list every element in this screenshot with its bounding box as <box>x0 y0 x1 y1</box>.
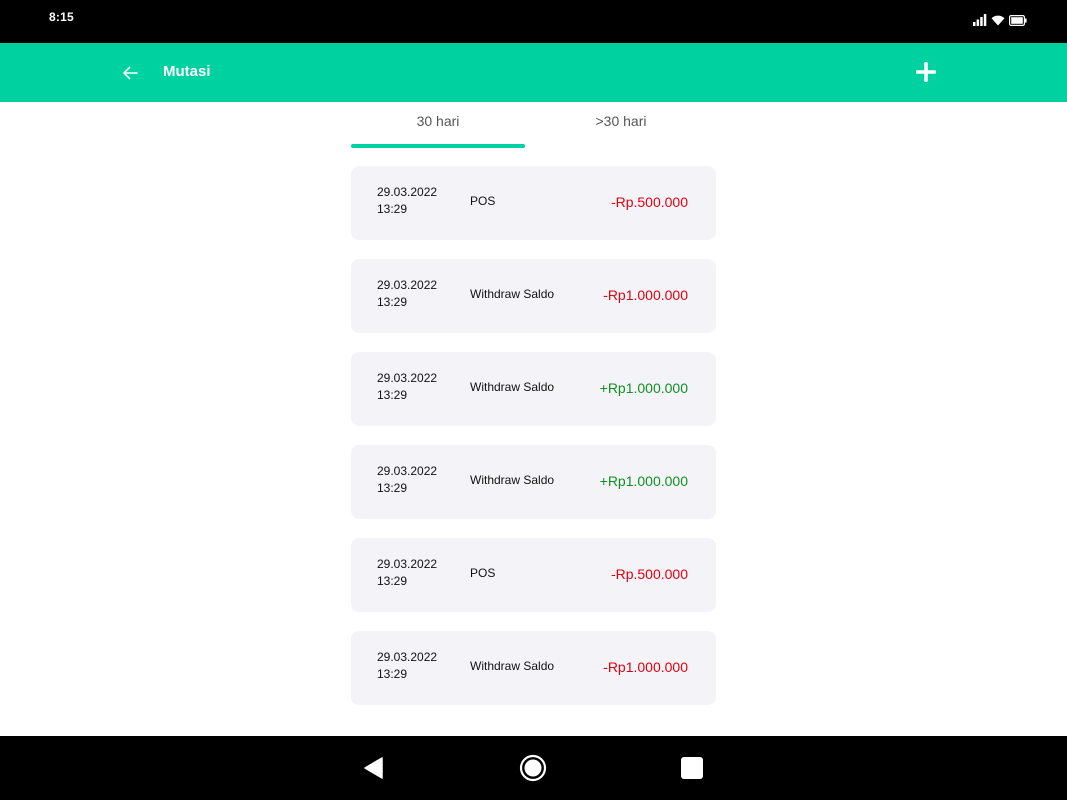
transaction-date: 29.03.2022 <box>377 185 438 199</box>
signal-icon <box>973 14 987 26</box>
add-button[interactable] <box>910 56 942 88</box>
transaction-description: Withdraw Saldo <box>470 659 555 673</box>
page-title: Mutasi <box>163 63 211 80</box>
transaction-datetime: 29.03.2022 13:29 <box>377 184 437 218</box>
transaction-date: 29.03.2022 <box>377 557 438 571</box>
transaction-time: 13:29 <box>377 481 408 495</box>
tab-label: 30 hari <box>416 113 460 129</box>
recents-square-icon <box>681 757 703 779</box>
tab-over-30-hari[interactable]: >30 hari <box>525 102 717 148</box>
transaction-description: Withdraw Saldo <box>470 380 555 394</box>
transaction-date: 29.03.2022 <box>377 278 438 292</box>
transaction-description: Withdraw Saldo <box>470 473 555 487</box>
transaction-datetime: 29.03.2022 13:29 <box>377 277 437 311</box>
transaction-amount: +Rp1.000.000 <box>599 380 688 396</box>
transaction-description: POS <box>470 194 496 208</box>
transaction-time: 13:29 <box>377 574 408 588</box>
transaction-time: 13:29 <box>377 667 408 681</box>
tab-30-hari[interactable]: 30 hari <box>351 102 525 148</box>
status-bar: 8:15 <box>0 0 1067 43</box>
arrow-left-icon <box>123 66 138 80</box>
transaction-card[interactable]: 29.03.2022 13:29 POS -Rp.500.000 <box>351 166 716 240</box>
status-time: 8:15 <box>49 10 74 24</box>
nav-back-button[interactable] <box>358 753 388 783</box>
app-bar: Mutasi <box>0 43 1067 102</box>
transaction-description: Withdraw Saldo <box>470 287 555 301</box>
transaction-card[interactable]: 29.03.2022 13:29 Withdraw Saldo -Rp1.000… <box>351 631 716 705</box>
transaction-amount: -Rp.500.000 <box>610 566 688 582</box>
nav-home-button[interactable] <box>518 753 548 783</box>
transaction-amount: -Rp1.000.000 <box>603 659 688 675</box>
plus-icon <box>916 62 936 82</box>
transaction-date: 29.03.2022 <box>377 371 438 385</box>
tab-label: >30 hari <box>595 113 647 129</box>
transaction-time: 13:29 <box>377 388 408 402</box>
transaction-list: 29.03.2022 13:29 POS -Rp.500.000 29.03.2… <box>351 166 716 724</box>
transaction-card[interactable]: 29.03.2022 13:29 Withdraw Saldo +Rp1.000… <box>351 445 716 519</box>
back-triangle-icon <box>364 757 383 779</box>
transaction-description: POS <box>470 566 496 580</box>
transaction-time: 13:29 <box>377 202 408 216</box>
transaction-date: 29.03.2022 <box>377 650 438 664</box>
battery-icon <box>1009 14 1027 26</box>
transaction-amount: -Rp.500.000 <box>610 194 688 210</box>
transaction-card[interactable]: 29.03.2022 13:29 Withdraw Saldo +Rp1.000… <box>351 352 716 426</box>
transaction-card[interactable]: 29.03.2022 13:29 Withdraw Saldo -Rp1.000… <box>351 259 716 333</box>
nav-recents-button[interactable] <box>677 753 707 783</box>
back-button[interactable] <box>116 59 144 87</box>
transaction-datetime: 29.03.2022 13:29 <box>377 370 437 404</box>
transaction-datetime: 29.03.2022 13:29 <box>377 463 437 497</box>
system-nav-bar <box>0 736 1067 800</box>
transaction-datetime: 29.03.2022 13:29 <box>377 556 437 590</box>
transaction-card[interactable]: 29.03.2022 13:29 POS -Rp.500.000 <box>351 538 716 612</box>
transaction-datetime: 29.03.2022 13:29 <box>377 649 437 683</box>
transaction-time: 13:29 <box>377 295 408 309</box>
transaction-amount: -Rp1.000.000 <box>603 287 688 303</box>
transaction-amount: +Rp1.000.000 <box>599 473 688 489</box>
transaction-date: 29.03.2022 <box>377 464 438 478</box>
home-circle-icon <box>519 754 547 782</box>
wifi-icon <box>991 15 1005 26</box>
period-tabs: 30 hari >30 hari <box>351 102 717 148</box>
status-icons <box>973 12 1027 28</box>
